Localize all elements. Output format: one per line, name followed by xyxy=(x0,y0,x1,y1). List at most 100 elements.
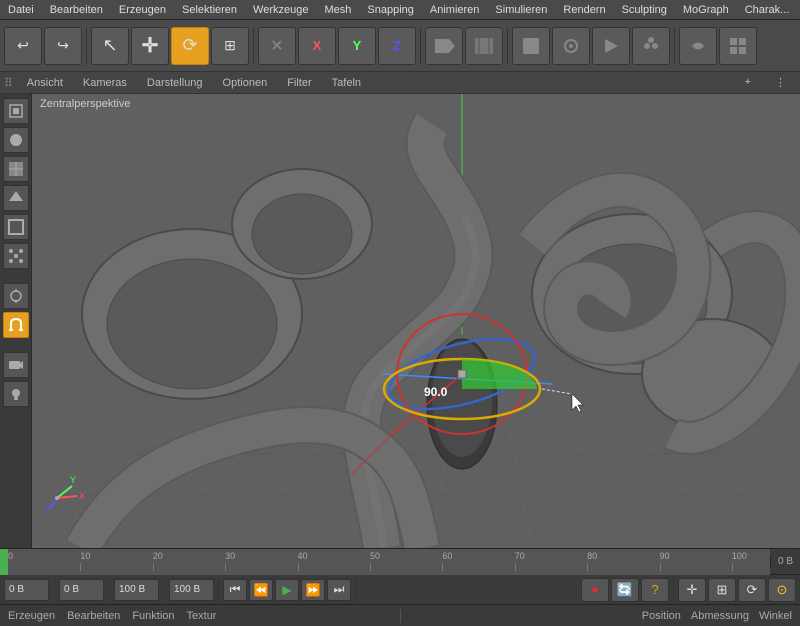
timeline-tick-0: 0 xyxy=(8,551,13,561)
menu-animieren[interactable]: Animieren xyxy=(422,2,488,18)
move-icon-btn[interactable]: ✛ xyxy=(678,578,706,602)
tab-filter[interactable]: Filter xyxy=(277,75,321,91)
rotate-tool-button[interactable]: ⟳ xyxy=(171,27,209,65)
menu-sculpting[interactable]: Sculpting xyxy=(614,2,675,18)
timeline-tick-50: 50 xyxy=(370,551,380,561)
svg-text:X: X xyxy=(79,491,85,501)
scale-tool-button[interactable]: ⊞ xyxy=(211,27,249,65)
menu-selektieren[interactable]: Selektieren xyxy=(174,2,245,18)
toolbar-sep2 xyxy=(253,28,254,64)
brdf-button[interactable] xyxy=(632,27,670,65)
frame-current-field[interactable]: 0 B xyxy=(4,579,49,601)
bottom-position: Position xyxy=(642,610,681,622)
rotate-icon-btn[interactable]: ⟳ xyxy=(738,578,766,602)
render-settings-button[interactable] xyxy=(552,27,590,65)
menu-werkzeuge[interactable]: Werkzeuge xyxy=(245,2,316,18)
toolbar-sep5 xyxy=(674,28,675,64)
loop-icon-btn[interactable]: 🔄 xyxy=(611,578,639,602)
frame-range-value: 100 B xyxy=(119,584,145,595)
tick-mark-10 xyxy=(80,563,81,571)
play-button[interactable]: ▶ xyxy=(275,579,299,601)
frame-start-field[interactable]: 0 B xyxy=(59,579,104,601)
menu-bar: Datei Bearbeiten Erzeugen Selektieren We… xyxy=(0,0,800,20)
frame-end-field[interactable]: 100 B xyxy=(169,579,214,601)
bottom-right-info: Position Abmessung Winkel xyxy=(405,610,800,622)
menu-simulieren[interactable]: Simulieren xyxy=(487,2,555,18)
menu-datei[interactable]: Datei xyxy=(0,2,42,18)
bottom-abmessung: Abmessung xyxy=(691,610,749,622)
camera-btn[interactable] xyxy=(3,352,29,378)
left-sidebar xyxy=(0,94,32,548)
tab-optionen[interactable]: Optionen xyxy=(213,75,278,91)
viewport-label: Zentralperspektive xyxy=(40,98,131,110)
menu-rendern[interactable]: Rendern xyxy=(555,2,613,18)
toolbar-media-group xyxy=(425,27,503,65)
z-axis-button[interactable]: Z xyxy=(378,27,416,65)
menu-bearbeiten[interactable]: Bearbeiten xyxy=(42,2,111,18)
timeline-tick-100: 100 xyxy=(732,551,747,561)
y-axis-button[interactable]: Y xyxy=(338,27,376,65)
toolbar-sep1 xyxy=(86,28,87,64)
polygon-mode-btn[interactable] xyxy=(3,185,29,211)
bottom-bearbeiten[interactable]: Bearbeiten xyxy=(67,610,120,622)
timeline-end-label: 0 B xyxy=(770,556,800,567)
menu-charak[interactable]: Charak... xyxy=(737,2,798,18)
extra-btn2[interactable] xyxy=(719,27,757,65)
timeline-track[interactable]: 0102030405060708090100 xyxy=(8,549,770,575)
cursor-tool-button[interactable]: ↖ xyxy=(91,27,129,65)
selection-mode-btn[interactable] xyxy=(3,98,29,124)
view-options-button[interactable]: ⋮ xyxy=(765,74,796,91)
timeline-tick-80: 80 xyxy=(587,551,597,561)
menu-erzeugen[interactable]: Erzeugen xyxy=(111,2,174,18)
bottom-textur[interactable]: Textur xyxy=(187,610,217,622)
record-icon-btn[interactable]: ⏺ xyxy=(581,578,609,602)
x-axis-button[interactable]: X xyxy=(298,27,336,65)
go-end-button[interactable]: ⏭ xyxy=(327,579,351,601)
timeline-tick-90: 90 xyxy=(660,551,670,561)
snap-btn[interactable] xyxy=(3,283,29,309)
timeline-tick-30: 30 xyxy=(225,551,235,561)
frame-current-value: 0 xyxy=(64,584,70,595)
menu-mograph[interactable]: MoGraph xyxy=(675,2,737,18)
tick-mark-90 xyxy=(660,563,661,571)
menu-mesh[interactable]: Mesh xyxy=(316,2,359,18)
tab-tafeln[interactable]: Tafeln xyxy=(322,75,371,91)
keyframe-button[interactable] xyxy=(465,27,503,65)
tab-kameras[interactable]: Kameras xyxy=(73,75,137,91)
render-cube-button[interactable] xyxy=(512,27,550,65)
move-tool-button[interactable]: ✛ xyxy=(131,27,169,65)
bottom-funktion[interactable]: Funktion xyxy=(132,610,174,622)
frame-range-field[interactable]: 100 B xyxy=(114,579,159,601)
render-play-button[interactable] xyxy=(592,27,630,65)
point-mode-btn[interactable] xyxy=(3,243,29,269)
toolbar-extra-group xyxy=(679,27,757,65)
edge-mode-btn[interactable] xyxy=(3,214,29,240)
menu-snapping[interactable]: Snapping xyxy=(359,2,422,18)
expand-view-button[interactable]: + xyxy=(735,74,761,91)
prev-frame-button[interactable]: ⏪ xyxy=(249,579,273,601)
pivot-icon-btn[interactable]: ⊙ xyxy=(768,578,796,602)
tick-mark-40 xyxy=(298,563,299,571)
help-icon-btn[interactable]: ? xyxy=(641,578,669,602)
magnet-btn[interactable] xyxy=(3,312,29,338)
frame-start-value: 0 B xyxy=(9,584,24,595)
tick-mark-70 xyxy=(515,563,516,571)
next-frame-button[interactable]: ⏩ xyxy=(301,579,325,601)
go-start-button[interactable]: ⏮ xyxy=(223,579,247,601)
object-mode-btn[interactable] xyxy=(3,127,29,153)
transform-icon-btn[interactable]: ⊞ xyxy=(708,578,736,602)
timeline-tick-10: 10 xyxy=(80,551,90,561)
tab-ansicht[interactable]: Ansicht xyxy=(17,75,73,91)
no-axis-button[interactable]: ✕ xyxy=(258,27,296,65)
record-button[interactable] xyxy=(425,27,463,65)
toolbar-history-group: ↩ ↪ xyxy=(4,27,82,65)
light-btn[interactable] xyxy=(3,381,29,407)
redo-button[interactable]: ↪ xyxy=(44,27,82,65)
undo-button[interactable]: ↩ xyxy=(4,27,42,65)
viewport[interactable]: Zentralperspektive xyxy=(32,94,800,548)
bottom-erzeugen[interactable]: Erzeugen xyxy=(8,610,55,622)
texture-mode-btn[interactable] xyxy=(3,156,29,182)
tab-darstellung[interactable]: Darstellung xyxy=(137,75,213,91)
extra-btn1[interactable] xyxy=(679,27,717,65)
tick-mark-60 xyxy=(442,563,443,571)
